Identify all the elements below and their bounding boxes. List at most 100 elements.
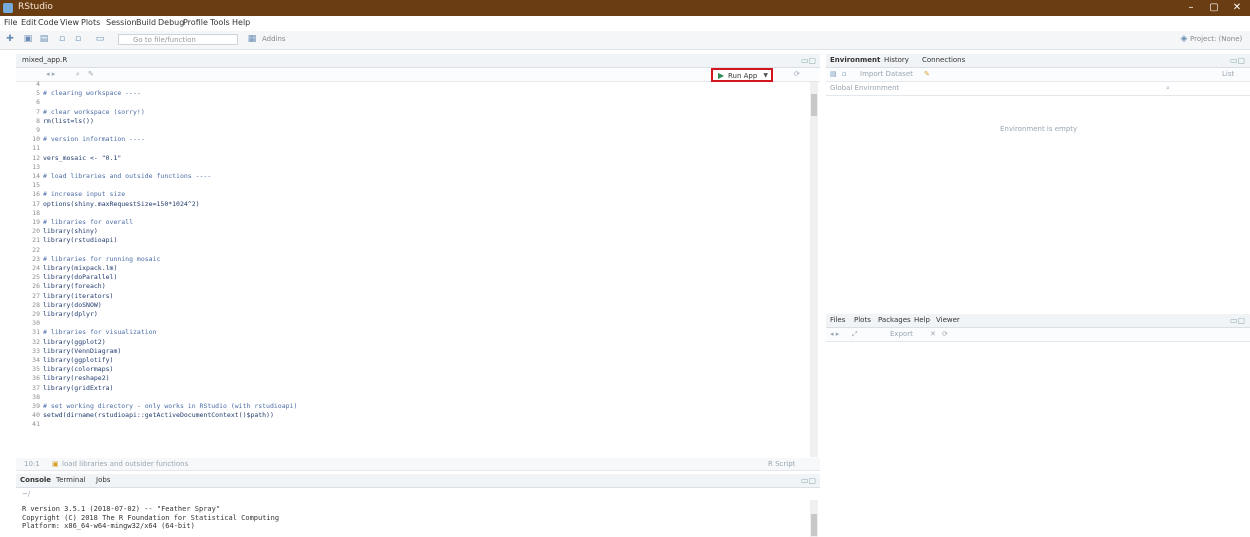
code-line: # version information ---- [43, 135, 145, 144]
line-number: 36 [32, 374, 40, 383]
code-line: library(rstudioapi) [43, 236, 118, 245]
menu-edit[interactable]: Edit [21, 18, 37, 27]
line-number: 13 [32, 162, 40, 171]
tab-console[interactable]: Console [20, 476, 51, 484]
code-line: library(ggplotify) [43, 356, 114, 364]
code-line: # increase input size [43, 190, 126, 199]
editor-status-bar: 10:1 ▣ load libraries and outsider funct… [16, 458, 820, 471]
code-line: library(dplyr) [43, 310, 98, 318]
code-line: # clearing workspace ---- [43, 89, 141, 98]
tab-environment[interactable]: Environment [830, 56, 880, 64]
menu-debug[interactable]: Debug [158, 18, 184, 27]
tab-history[interactable]: History [884, 56, 909, 64]
file-type-label[interactable]: R Script [768, 460, 795, 468]
tab-help[interactable]: Help [914, 316, 930, 324]
menu-help[interactable]: Help [232, 18, 250, 27]
line-number: 23 [32, 254, 40, 263]
editor-scrollbar[interactable] [810, 82, 818, 457]
editor-pane-window-controls[interactable]: ▭▢ [801, 56, 816, 65]
load-workspace-icon[interactable]: ▤ [830, 70, 837, 78]
menu-profile[interactable]: Profile [183, 18, 208, 27]
menu-file[interactable]: File [4, 18, 17, 27]
menu-view[interactable]: View [60, 18, 79, 27]
save-workspace-icon[interactable]: ▫ [842, 70, 847, 78]
print-icon[interactable]: ▭ [94, 34, 106, 45]
section-navigator[interactable]: load libraries and outsider functions [62, 460, 188, 468]
tab-viewer[interactable]: Viewer [936, 316, 960, 324]
save-all-icon[interactable]: ▫ [72, 34, 84, 45]
code-line: library(doParallel) [43, 273, 118, 282]
editor-scroll-thumb[interactable] [811, 94, 817, 116]
code-line: # libraries for visualization [43, 328, 157, 337]
line-number: 16 [32, 190, 40, 199]
search-icon[interactable]: ⌕ [76, 70, 80, 79]
new-project-icon[interactable]: ▣ [22, 34, 34, 45]
tab-packages[interactable]: Packages [878, 316, 911, 324]
environment-scope-menu[interactable]: Global Environment [830, 84, 899, 92]
new-file-icon[interactable]: ✚ [4, 34, 16, 45]
code-line: # set working directory - only works in … [43, 402, 298, 410]
environment-search-icon[interactable]: ⌕ [1166, 84, 1170, 93]
addins-menu[interactable]: Addins [262, 35, 286, 43]
code-tools-icon[interactable]: ✎ [88, 70, 94, 78]
window-title-bar: RStudio – ▢ ✕ [0, 0, 1250, 16]
goto-file-input[interactable]: Go to file/function [118, 34, 238, 45]
menu-tools[interactable]: Tools [210, 18, 230, 27]
console-scroll-thumb[interactable] [811, 514, 817, 536]
code-editor[interactable]: # clearing workspace ---- # clear workspa… [43, 80, 803, 460]
editor-tab[interactable]: mixed_app.R [22, 56, 67, 64]
menu-build[interactable]: Build [136, 18, 156, 27]
code-line: library(gridExtra) [43, 383, 114, 392]
files-pane-window-controls[interactable]: ▭▢ [1230, 316, 1245, 325]
import-dataset-menu[interactable]: Import Dataset [860, 70, 913, 78]
line-number: 22 [32, 245, 40, 254]
run-app-label: Run App [728, 72, 758, 80]
clear-icon[interactable]: ✕ [930, 330, 936, 338]
console-pane-window-controls[interactable]: ▭▢ [801, 476, 816, 485]
menu-session[interactable]: Session [106, 18, 137, 27]
menu-code[interactable]: Code [38, 18, 58, 27]
nav-arrows-icon[interactable]: ◂ ▸ [830, 330, 839, 338]
tab-plots[interactable]: Plots [854, 316, 871, 324]
line-number: 19 [32, 218, 40, 226]
broom-icon[interactable]: ✎ [924, 70, 930, 78]
environment-toolbar: ▤ ▫ Import Dataset ✎ List [826, 68, 1250, 82]
chevron-down-icon[interactable]: ▼ [763, 72, 768, 79]
line-number: 41 [32, 420, 40, 429]
zoom-icon[interactable]: ⤢ [852, 330, 858, 339]
export-menu[interactable]: Export [890, 330, 913, 338]
refresh-icon[interactable]: ⟳ [942, 330, 948, 338]
console-working-dir: ~/ [22, 490, 31, 498]
tab-files[interactable]: Files [830, 316, 845, 324]
minimize-button[interactable]: – [1180, 0, 1202, 16]
grid-icon[interactable]: ▦ [246, 34, 258, 45]
code-line: library(ggplot2) [43, 337, 106, 346]
project-icon: ◈ [1180, 34, 1188, 44]
maximize-button[interactable]: ▢ [1203, 0, 1225, 16]
files-tab-bar: Files Plots Packages Help Viewer ▭▢ [826, 314, 1250, 328]
line-number: 24 [32, 264, 40, 272]
project-menu[interactable]: Project: (None) [1190, 35, 1242, 43]
environment-pane-window-controls[interactable]: ▭▢ [1230, 56, 1245, 65]
publish-icon[interactable]: ⟳ [794, 70, 800, 78]
save-icon[interactable]: ▫ [56, 34, 68, 45]
window-title: RStudio [18, 2, 53, 12]
close-button[interactable]: ✕ [1226, 0, 1248, 16]
line-number: 29 [32, 310, 40, 318]
open-file-icon[interactable]: ▤ [38, 34, 50, 45]
tab-terminal[interactable]: Terminal [56, 476, 86, 484]
console-output[interactable]: R version 3.5.1 (2018-07-02) -- "Feather… [16, 505, 806, 537]
line-number: 40 [32, 411, 40, 420]
tab-jobs[interactable]: Jobs [96, 476, 110, 484]
list-view-menu[interactable]: List [1222, 70, 1234, 78]
menu-plots[interactable]: Plots [81, 18, 100, 27]
environment-empty-message: Environment is empty [1000, 125, 1078, 133]
console-scrollbar[interactable] [810, 500, 818, 537]
line-number: 27 [32, 291, 40, 300]
line-number-gutter: 4 5 6 7 8 9 10 11 12 13 14 15 16 17 18 19 20 21 22 23 24 25 26… [16, 80, 40, 460]
code-line: library(colormaps) [43, 365, 114, 374]
section-icon: ▣ [52, 460, 59, 468]
tab-connections[interactable]: Connections [922, 56, 965, 64]
line-number: 25 [32, 273, 40, 282]
back-forward-icon[interactable]: ◂ ▸ [46, 70, 55, 78]
